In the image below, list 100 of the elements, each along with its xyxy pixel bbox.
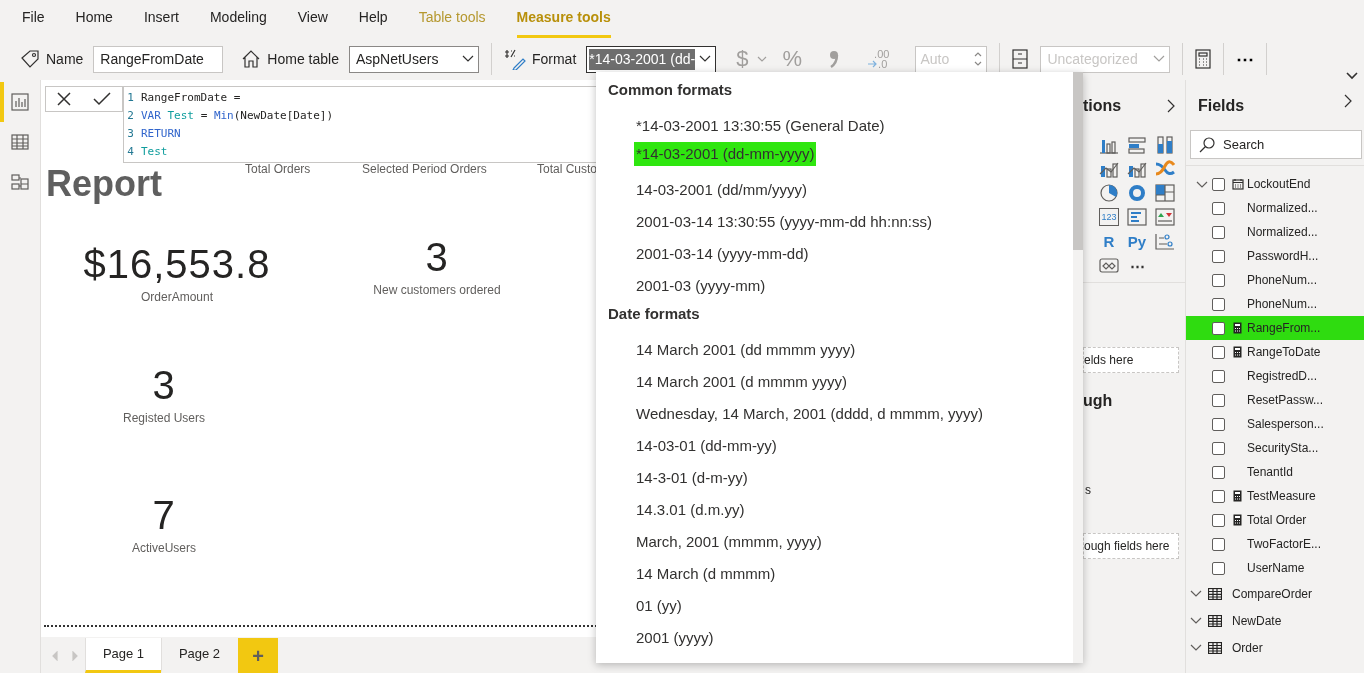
- field-name: RangeFrom...: [1247, 320, 1321, 337]
- table-row[interactable]: Order: [1186, 634, 1364, 661]
- visual-type-icon[interactable]: [1127, 208, 1147, 226]
- format-option[interactable]: 2001-03-14 13:30:55 (yyyy-mm-dd hh:nn:ss): [636, 206, 932, 238]
- checkbox[interactable]: [1212, 393, 1225, 407]
- visual-type-icon[interactable]: [1155, 136, 1175, 154]
- field-row[interactable]: Normalized...: [1186, 196, 1364, 220]
- visual-type-icon[interactable]: [1099, 184, 1119, 202]
- checkbox[interactable]: [1212, 249, 1225, 263]
- format-option[interactable]: 2001-03-14 (yyyy-mm-dd): [636, 238, 809, 270]
- name-field[interactable]: RangeFromDate: [93, 45, 224, 73]
- visual-type-icon[interactable]: [1099, 256, 1119, 274]
- calculator-icon[interactable]: [1195, 49, 1212, 69]
- format-option[interactable]: 14 March 2001 (d mmmm yyyy): [636, 366, 847, 398]
- check-icon[interactable]: [93, 92, 111, 106]
- visual-type-icon[interactable]: [1155, 232, 1175, 250]
- field-row[interactable]: ResetPassw...: [1186, 388, 1364, 412]
- chevron-down-icon[interactable]: [1196, 180, 1208, 188]
- checkbox[interactable]: [1212, 369, 1225, 383]
- visual-type-button[interactable]: 123: [1099, 208, 1119, 226]
- visual-type-icon[interactable]: [1099, 160, 1119, 178]
- field-row[interactable]: RangeFrom...: [1186, 316, 1364, 340]
- format-select[interactable]: *14-03-2001 (dd-: [586, 45, 717, 73]
- field-row[interactable]: Normalized...: [1186, 220, 1364, 244]
- format-option[interactable]: 14-03-01 (dd-mm-yy): [636, 430, 777, 462]
- menu-tab[interactable]: Modeling: [209, 0, 267, 38]
- checkbox[interactable]: [1212, 297, 1225, 311]
- field-row[interactable]: LockoutEnd: [1186, 172, 1364, 196]
- field-row[interactable]: Total Order: [1186, 508, 1364, 532]
- format-option[interactable]: Wednesday, 14 March, 2001 (dddd, d mmmm, yyyy): [636, 398, 984, 430]
- field-row[interactable]: SecuritySta...: [1186, 436, 1364, 460]
- more-options-button[interactable]: ⋯: [1236, 45, 1255, 73]
- field-row[interactable]: TenantId: [1186, 460, 1364, 484]
- field-row[interactable]: UserName: [1186, 556, 1364, 580]
- menu-tab[interactable]: File: [22, 0, 45, 38]
- visual-type-button[interactable]: R: [1099, 232, 1119, 250]
- data-category-icon[interactable]: [1012, 49, 1029, 69]
- visual-type-icon[interactable]: [1127, 136, 1147, 154]
- format-option[interactable]: 14.3.01 (d.m.yy): [636, 494, 745, 526]
- add-page-button[interactable]: +: [238, 638, 278, 673]
- format-option[interactable]: 2001 (yyyy): [636, 622, 714, 654]
- field-row[interactable]: TestMeasure: [1186, 484, 1364, 508]
- visual-type-icon[interactable]: [1127, 184, 1147, 202]
- chevron-down-icon[interactable]: [1190, 590, 1202, 597]
- close-icon[interactable]: [57, 92, 71, 106]
- chevron-right-icon[interactable]: [1344, 94, 1352, 108]
- checkbox[interactable]: [1212, 177, 1225, 191]
- collapse-caret-icon[interactable]: [1346, 72, 1358, 80]
- home-table-select[interactable]: AspNetUsers: [348, 45, 479, 73]
- field-drop-area[interactable]: ough fields here: [1083, 533, 1179, 559]
- checkbox[interactable]: [1212, 225, 1225, 239]
- format-option[interactable]: 01 (yy): [636, 590, 682, 622]
- menu-tab[interactable]: View: [297, 0, 328, 38]
- field-row[interactable]: Salesperson...: [1186, 412, 1364, 436]
- checkbox[interactable]: [1212, 465, 1225, 479]
- field-row[interactable]: PhoneNum...: [1186, 292, 1364, 316]
- field-row[interactable]: RegistredD...: [1186, 364, 1364, 388]
- format-option[interactable]: 14-3-01 (d-m-yy): [636, 462, 748, 494]
- page-tab[interactable]: Page 1: [85, 638, 161, 673]
- format-option[interactable]: 14-03-2001 (dd/mm/yyyy): [636, 174, 807, 206]
- menu-tab[interactable]: Help: [358, 0, 388, 38]
- checkbox[interactable]: [1212, 537, 1225, 551]
- checkbox[interactable]: [1212, 321, 1225, 335]
- checkbox[interactable]: [1212, 417, 1225, 431]
- checkbox[interactable]: [1212, 489, 1225, 503]
- field-drop-area[interactable]: elds here: [1083, 347, 1179, 373]
- field-row[interactable]: PhoneNum...: [1186, 268, 1364, 292]
- menu-tab[interactable]: Insert: [143, 0, 179, 38]
- checkbox[interactable]: [1212, 201, 1225, 215]
- format-option[interactable]: 14 March 2001 (dd mmmm yyyy): [636, 334, 856, 366]
- visual-type-icon[interactable]: [1155, 184, 1175, 202]
- format-option[interactable]: 14 March (d mmmm): [636, 558, 776, 590]
- visual-type-button[interactable]: Py: [1127, 232, 1147, 250]
- chevron-down-icon[interactable]: [1190, 617, 1202, 624]
- chevron-down-icon[interactable]: [1190, 644, 1202, 651]
- checkbox[interactable]: [1212, 441, 1225, 455]
- format-option[interactable]: *14-03-2001 (dd-mm-yyyy): [634, 142, 817, 166]
- field-row[interactable]: PasswordH...: [1186, 244, 1364, 268]
- more-visuals-button[interactable]: ⋯: [1127, 256, 1147, 274]
- menu-tab[interactable]: Home: [75, 0, 113, 38]
- field-name: TenantId: [1247, 464, 1294, 481]
- field-row[interactable]: RangeToDate: [1186, 340, 1364, 364]
- checkbox[interactable]: [1212, 513, 1225, 527]
- field-row[interactable]: TwoFactorE...: [1186, 532, 1364, 556]
- scrollbar-thumb[interactable]: [1073, 72, 1083, 250]
- table-row[interactable]: CompareOrder: [1186, 580, 1364, 607]
- checkbox[interactable]: [1212, 561, 1225, 575]
- chevron-right-icon[interactable]: [1167, 99, 1175, 113]
- search-box[interactable]: Search: [1190, 130, 1362, 159]
- table-row[interactable]: NewDate: [1186, 607, 1364, 634]
- spinner-arrows-icon: [974, 52, 983, 66]
- checkbox[interactable]: [1212, 345, 1225, 359]
- format-option[interactable]: *14-03-2001 13:30:55 (General Date): [636, 110, 885, 142]
- checkbox[interactable]: [1212, 273, 1225, 287]
- visual-type-icon[interactable]: [1155, 208, 1175, 226]
- column-header: Total Custo: [537, 161, 598, 178]
- visual-type-icon[interactable]: [1127, 160, 1147, 178]
- format-option[interactable]: March, 2001 (mmmm, yyyy): [636, 526, 822, 558]
- visual-type-icon[interactable]: [1155, 160, 1175, 178]
- format-option[interactable]: 2001-03 (yyyy-mm): [636, 270, 766, 302]
